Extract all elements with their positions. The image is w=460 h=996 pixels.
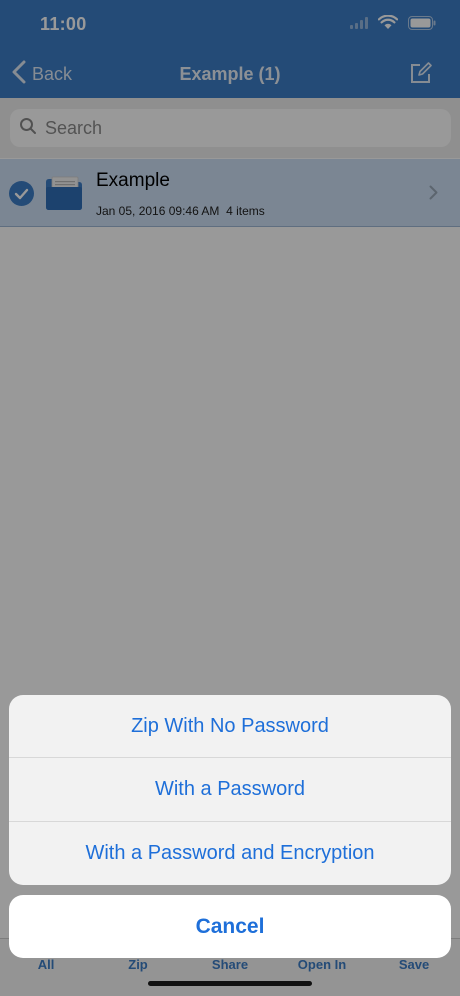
zip-no-password-option[interactable]: Zip With No Password bbox=[9, 695, 451, 759]
home-indicator bbox=[148, 981, 312, 986]
zip-with-password-option[interactable]: With a Password bbox=[9, 758, 451, 822]
zip-password-encryption-option[interactable]: With a Password and Encryption bbox=[9, 822, 451, 885]
cancel-button[interactable]: Cancel bbox=[9, 895, 451, 958]
action-sheet: Zip With No Password With a Password Wit… bbox=[9, 695, 451, 885]
